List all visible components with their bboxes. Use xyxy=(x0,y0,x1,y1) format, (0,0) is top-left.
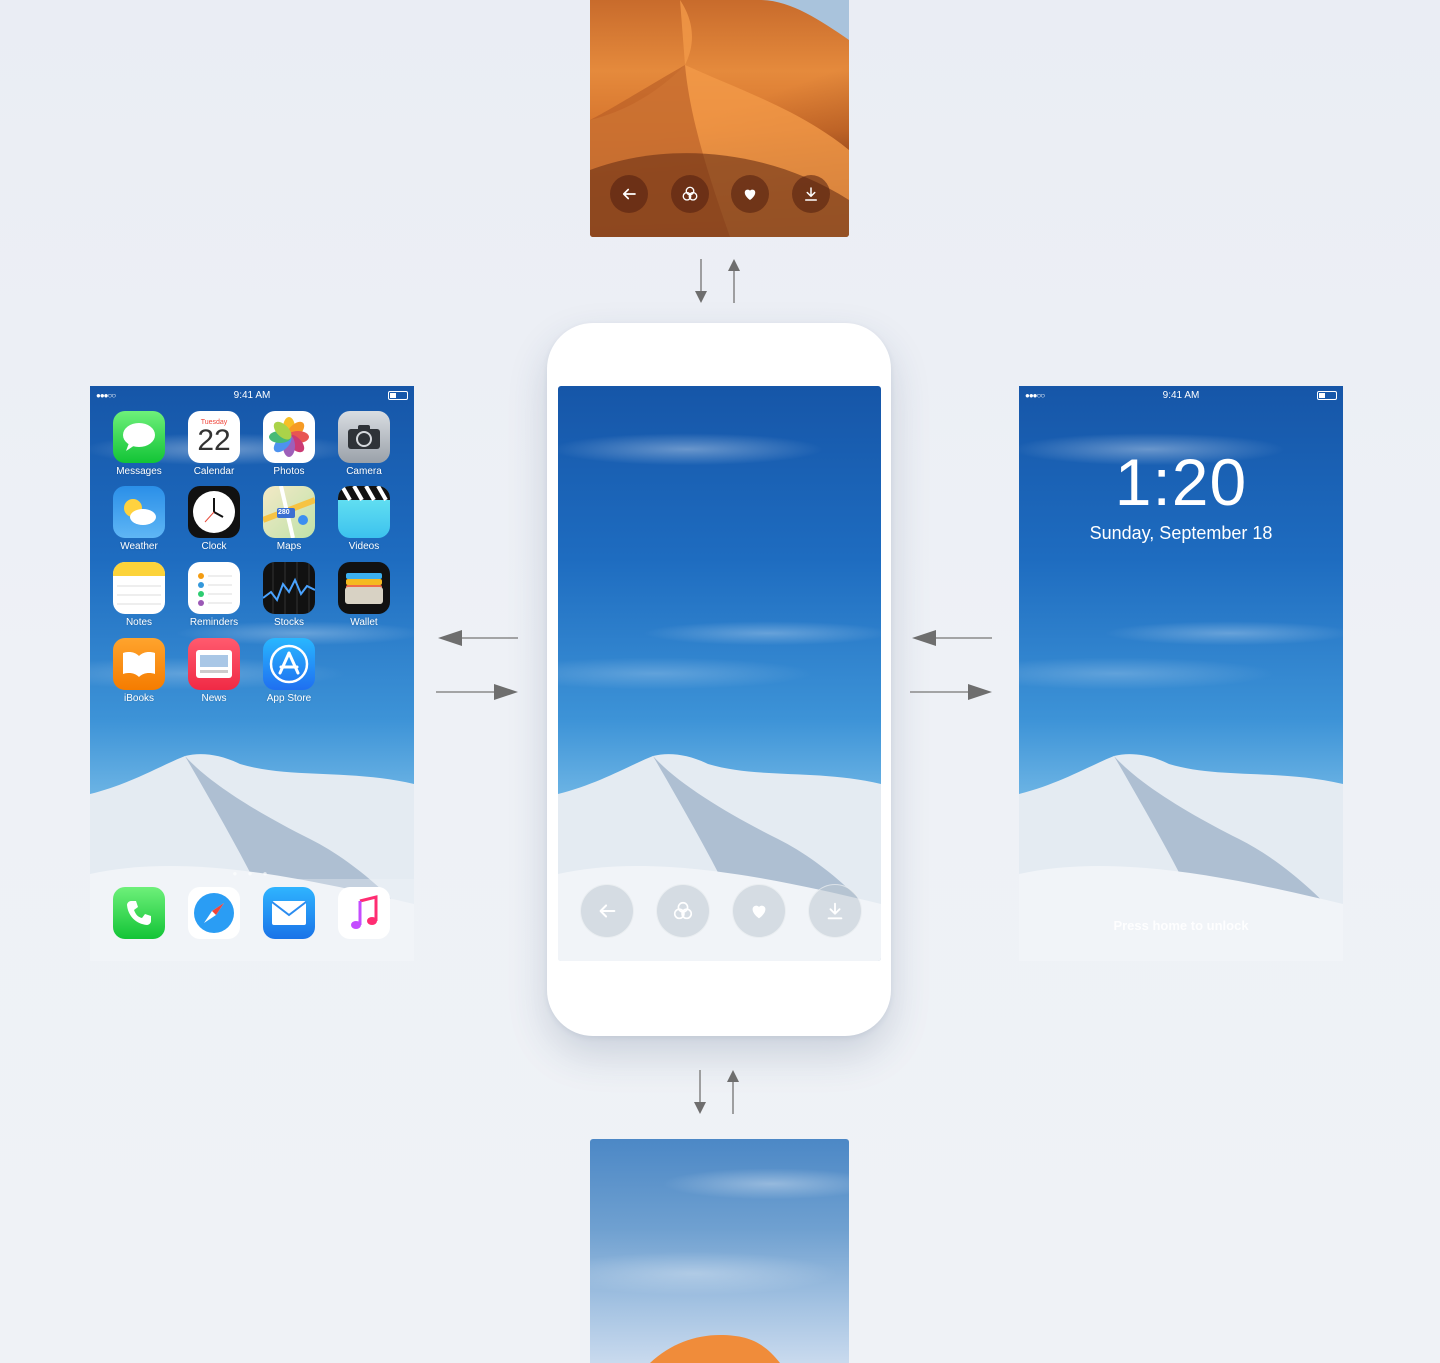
app-stocks[interactable]: Stocks xyxy=(259,562,319,628)
favorite-button[interactable] xyxy=(731,175,769,213)
phone-mockup xyxy=(547,323,891,1036)
music-icon xyxy=(338,887,390,939)
swipe-arrows-top xyxy=(695,259,740,303)
app-photos[interactable]: Photos xyxy=(259,411,319,477)
filters-icon xyxy=(682,186,698,201)
videos-icon xyxy=(338,486,390,538)
clock-icon xyxy=(188,486,240,538)
maps-icon: 280 xyxy=(263,486,315,538)
home-screen-preview[interactable]: ●●●○○ 9:41 AM Messages Tuesday 22 Calend… xyxy=(90,386,414,961)
app-camera[interactable]: Camera xyxy=(334,411,394,477)
status-time: 9:41 AM xyxy=(233,389,271,401)
top-wallpaper-card[interactable] xyxy=(590,0,849,237)
status-time: 9:41 AM xyxy=(1162,389,1200,401)
bottom-wallpaper-card[interactable] xyxy=(590,1139,849,1363)
mail-icon xyxy=(263,887,315,939)
ibooks-icon xyxy=(113,638,165,690)
app-maps[interactable]: 280 Maps xyxy=(259,486,319,552)
dock-music[interactable] xyxy=(334,887,394,939)
dock-safari[interactable] xyxy=(184,887,244,939)
app-store-icon xyxy=(263,638,315,690)
wallpaper-preview[interactable] xyxy=(558,386,881,961)
status-bar: ●●●○○ 9:41 AM xyxy=(90,386,414,404)
notes-icon xyxy=(113,562,165,614)
lock-time: 1:20 xyxy=(1114,445,1248,519)
app-reminders[interactable]: Reminders xyxy=(184,562,244,628)
filters-button[interactable] xyxy=(671,175,709,213)
unlock-hint: Press home to unlock xyxy=(1113,918,1249,933)
app-calendar[interactable]: Tuesday 22 Calendar xyxy=(184,411,244,477)
dock-mail[interactable] xyxy=(259,887,319,939)
swipe-arrows-left xyxy=(436,630,518,700)
swipe-arrows-bottom xyxy=(694,1070,739,1114)
download-icon xyxy=(805,187,817,201)
dock-phone[interactable] xyxy=(109,887,169,939)
arrow-left-icon xyxy=(599,904,616,918)
app-clock[interactable]: Clock xyxy=(184,486,244,552)
swipe-arrows-right xyxy=(910,630,992,700)
signal-icon: ●●●○○ xyxy=(96,391,116,400)
reminders-icon xyxy=(188,562,240,614)
app-news[interactable]: News xyxy=(184,638,244,704)
page-indicator: ● ● ● xyxy=(232,869,272,878)
signal-icon: ●●●○○ xyxy=(1025,391,1045,400)
photos-icon xyxy=(263,411,315,463)
lock-date: Sunday, September 18 xyxy=(1089,523,1273,543)
phone-icon xyxy=(113,887,165,939)
app-notes[interactable]: Notes xyxy=(109,562,169,628)
filters-icon xyxy=(673,901,693,920)
camera-icon xyxy=(338,411,390,463)
desert-dune-peek-image xyxy=(650,1335,780,1363)
download-button[interactable] xyxy=(792,175,830,213)
favorite-button[interactable] xyxy=(732,884,786,938)
filters-button[interactable] xyxy=(656,884,710,938)
app-app-store[interactable]: App Store xyxy=(259,638,319,704)
weather-icon xyxy=(113,486,165,538)
app-videos[interactable]: Videos xyxy=(334,486,394,552)
app-ibooks[interactable]: iBooks xyxy=(109,638,169,704)
back-button[interactable] xyxy=(580,884,634,938)
app-wallet[interactable]: Wallet xyxy=(334,562,394,628)
app-messages[interactable]: Messages xyxy=(109,411,169,477)
arrow-left-icon xyxy=(622,188,636,200)
battery-icon xyxy=(1317,391,1337,400)
battery-icon xyxy=(388,391,408,400)
messages-icon xyxy=(113,411,165,463)
app-weather[interactable]: Weather xyxy=(109,486,169,552)
heart-icon xyxy=(744,189,756,200)
status-bar: ●●●○○ 9:41 AM xyxy=(1019,386,1343,404)
lock-screen-preview[interactable]: ●●●○○ 9:41 AM 1:20 Sunday, September 18 … xyxy=(1019,386,1343,961)
stocks-icon xyxy=(263,562,315,614)
download-button[interactable] xyxy=(808,884,862,938)
safari-icon xyxy=(188,887,240,939)
dock xyxy=(90,879,414,961)
back-button[interactable] xyxy=(610,175,648,213)
news-icon xyxy=(188,638,240,690)
download-icon xyxy=(827,902,843,920)
heart-icon xyxy=(752,905,766,919)
calendar-icon: Tuesday 22 xyxy=(188,411,240,463)
wallet-icon xyxy=(338,562,390,614)
